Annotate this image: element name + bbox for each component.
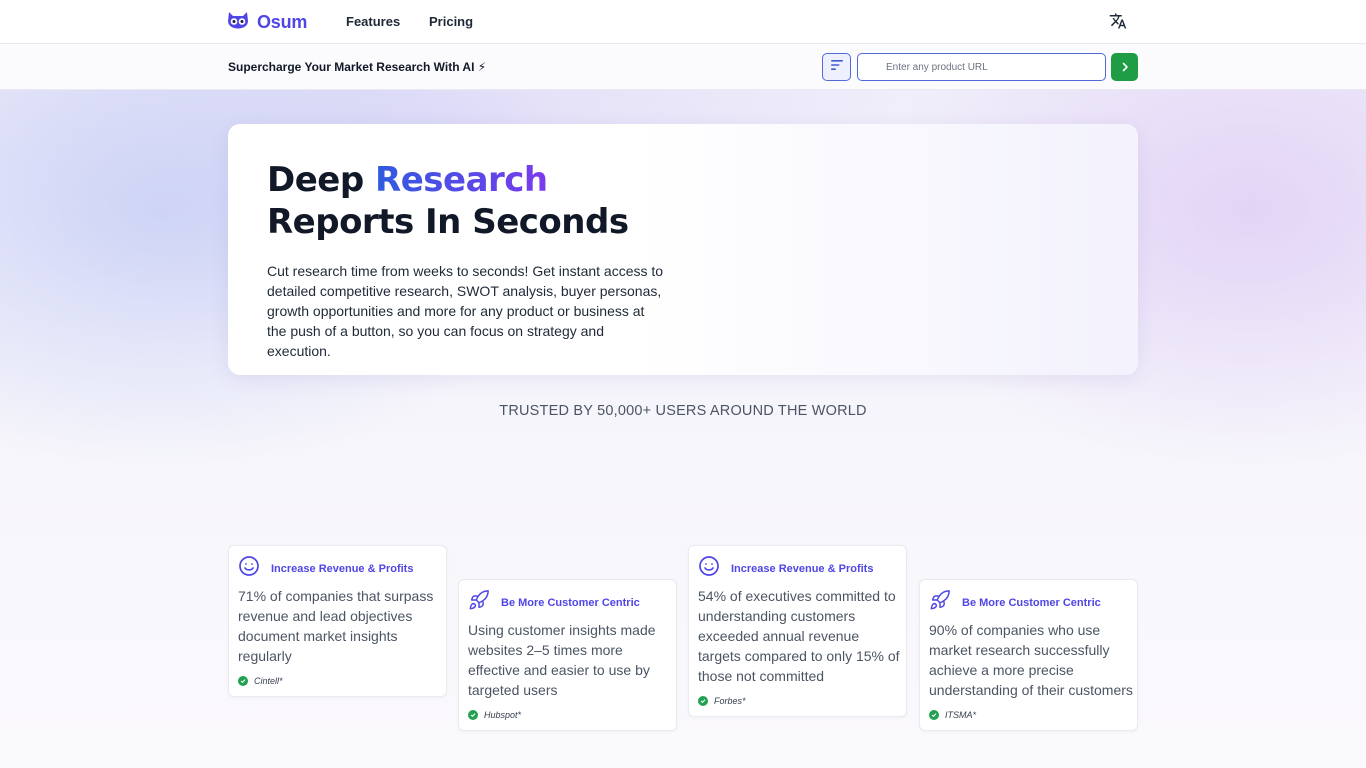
filter-lines-icon — [830, 58, 844, 76]
card-source-label: Hubspot* — [484, 710, 522, 720]
language-button[interactable] — [1107, 12, 1129, 34]
card-statistic: Using customer insights made websites 2–… — [468, 622, 656, 698]
chevron-right-icon — [1120, 60, 1130, 75]
hero-title-line2: Reports In Seconds — [267, 202, 629, 242]
hero-description: Cut research time from weeks to seconds!… — [267, 263, 664, 359]
card-header: Be More Customer Centric — [468, 589, 640, 616]
stat-card: Increase Revenue & Profits 71% of compan… — [228, 545, 447, 697]
rocket-icon — [468, 589, 490, 616]
card-source: Cintell* — [238, 676, 283, 686]
owl-logo-icon — [227, 11, 249, 34]
brand-name: Osum — [257, 11, 308, 32]
product-url-input[interactable] — [857, 53, 1106, 81]
top-navigation: Osum Features Pricing — [0, 0, 1366, 44]
stat-card: Be More Customer Centric 90% of companie… — [919, 579, 1138, 731]
card-source-label: Forbes* — [714, 696, 746, 706]
card-header: Increase Revenue & Profits — [238, 555, 413, 582]
filter-button[interactable] — [822, 53, 851, 81]
card-source: Forbes* — [698, 696, 746, 706]
card-category: Increase Revenue & Profits — [731, 562, 874, 575]
trusted-by-text: TRUSTED BY 50,000+ USERS AROUND THE WORL… — [499, 403, 867, 419]
card-source: ITSMA* — [929, 710, 976, 720]
card-category: Increase Revenue & Profits — [271, 562, 414, 575]
analyze-submit-button[interactable] — [1111, 53, 1138, 81]
card-source: Hubspot* — [468, 710, 521, 720]
rocket-icon — [929, 589, 951, 616]
stat-card: Be More Customer Centric Using customer … — [458, 579, 677, 731]
check-circle-icon — [698, 696, 708, 706]
card-statistic: 54% of executives committed to understan… — [698, 588, 900, 684]
translate-icon — [1109, 12, 1127, 35]
hero-card: Deep Research Reports In Seconds Cut res… — [228, 124, 1138, 375]
card-source-label: Cintell* — [254, 676, 283, 686]
url-analysis-bar: Supercharge Your Market Research With AI… — [0, 44, 1366, 90]
hero-title-accent: Research — [375, 160, 548, 200]
smile-icon — [238, 555, 260, 582]
card-category: Be More Customer Centric — [501, 596, 640, 609]
card-statistic: 90% of companies who use market research… — [929, 622, 1133, 698]
card-statistic: 71% of companies that surpass revenue an… — [238, 588, 434, 664]
card-category: Be More Customer Centric — [962, 596, 1101, 609]
card-source-label: ITSMA* — [945, 710, 977, 720]
hero-title-part1: Deep — [267, 160, 376, 200]
nav-link-pricing[interactable]: Pricing — [429, 14, 473, 29]
card-header: Be More Customer Centric — [929, 589, 1101, 616]
check-circle-icon — [238, 676, 248, 686]
smile-icon — [698, 555, 720, 582]
check-circle-icon — [468, 710, 478, 720]
tagline: Supercharge Your Market Research With AI… — [228, 60, 487, 74]
card-header: Increase Revenue & Profits — [698, 555, 873, 582]
hero-title: Deep Research Reports In Seconds — [267, 159, 827, 243]
brand-logo-link[interactable]: Osum — [227, 10, 307, 34]
check-circle-icon — [929, 710, 939, 720]
nav-link-features[interactable]: Features — [346, 14, 400, 29]
stat-card: Increase Revenue & Profits 54% of execut… — [688, 545, 907, 717]
